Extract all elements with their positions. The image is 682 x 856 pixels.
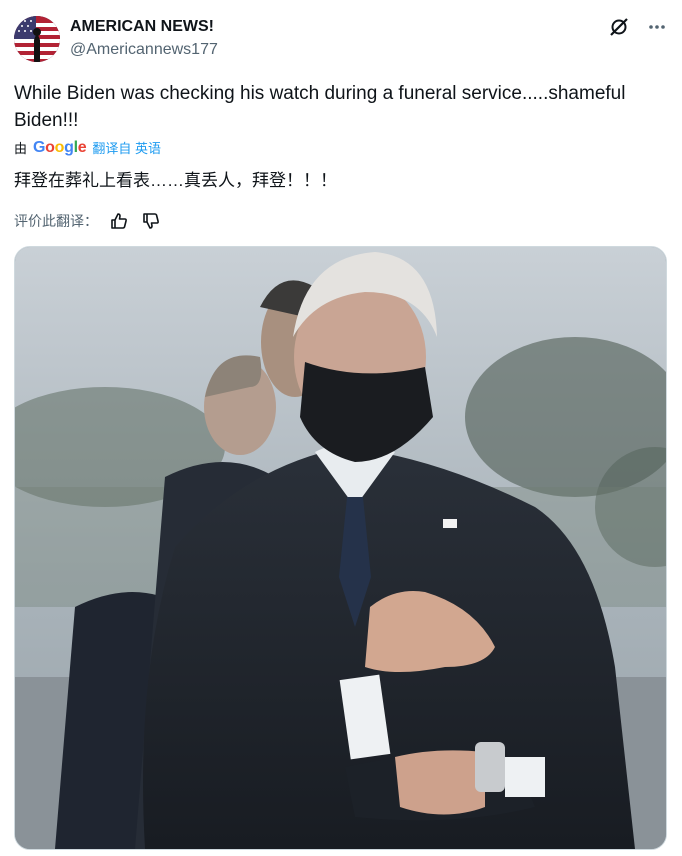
more-icon[interactable] — [646, 16, 668, 38]
flag-silhouette-image — [14, 16, 60, 62]
photo-man-checking-watch — [15, 247, 666, 849]
tweet-text: While Biden was checking his watch durin… — [14, 83, 626, 131]
author-handle[interactable]: @Americannews177 — [70, 41, 218, 59]
grok-icon[interactable] — [608, 16, 630, 38]
translate-source-link[interactable]: 翻译自 英语 — [92, 138, 161, 157]
tweet-photo[interactable] — [14, 246, 667, 850]
thumbs-down-icon[interactable] — [140, 210, 162, 232]
avatar[interactable] — [14, 16, 60, 62]
google-logo: Google — [33, 138, 87, 156]
rate-translation: 评价此翻译： — [14, 210, 162, 232]
rate-label: 评价此翻译： — [14, 213, 98, 229]
translation-attribution: 由 Google 翻译自 英语 — [14, 138, 161, 157]
translated-text: 拜登在葬礼上看表……真丢人，拜登！！！ — [14, 171, 337, 190]
translate-prefix: 由 — [14, 141, 28, 156]
thumbs-up-icon[interactable] — [108, 210, 130, 232]
author-name[interactable]: AMERICAN NEWS! — [70, 18, 214, 36]
